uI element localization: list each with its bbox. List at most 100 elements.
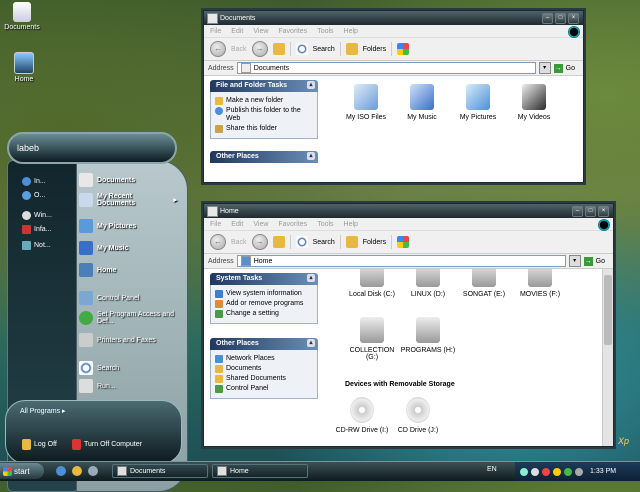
- scrollbar-thumb[interactable]: [604, 275, 612, 345]
- up-folder-icon[interactable]: [272, 43, 285, 55]
- menu-tools[interactable]: Tools: [317, 221, 333, 228]
- log-off-button[interactable]: Log Off: [22, 439, 57, 450]
- folder-item[interactable]: My Music: [394, 84, 450, 121]
- views-icon[interactable]: [397, 43, 410, 55]
- menu-help[interactable]: Help: [344, 221, 358, 228]
- all-programs-button[interactable]: All Programs ▸: [20, 407, 66, 415]
- sync-tray-icon[interactable]: [575, 467, 583, 476]
- menu-edit[interactable]: Edit: [231, 28, 243, 35]
- address-field[interactable]: Documents: [236, 62, 536, 74]
- collapse-icon[interactable]: ▴: [307, 81, 315, 89]
- forward-button[interactable]: →: [251, 41, 268, 57]
- cd-drive-item[interactable]: CD Drive (J:): [390, 397, 446, 434]
- folder-item[interactable]: My Pictures: [450, 84, 506, 121]
- menu-edit[interactable]: Edit: [231, 221, 243, 228]
- start-item-printers[interactable]: Printers and Faxes: [79, 333, 177, 347]
- folders-button[interactable]: Folders: [363, 46, 386, 53]
- language-indicator[interactable]: EN: [487, 466, 497, 473]
- menu-favorites[interactable]: Favorites: [278, 28, 307, 35]
- drive-item[interactable]: PROGRAMS (H:): [400, 317, 456, 361]
- desktop-icon-documents[interactable]: Documents: [2, 2, 42, 31]
- quicklaunch-browser-icon[interactable]: [56, 466, 66, 476]
- pinned-item[interactable]: O...: [22, 191, 45, 200]
- vertical-scrollbar[interactable]: [602, 269, 613, 446]
- messenger-tray-icon[interactable]: [564, 467, 572, 476]
- volume-tray-icon[interactable]: [531, 467, 539, 476]
- security-tray-icon[interactable]: [542, 467, 550, 476]
- other-places-header[interactable]: Other Places ▴: [210, 338, 318, 350]
- back-button[interactable]: Back: [231, 46, 247, 53]
- tasks-panel-header[interactable]: File and Folder Tasks ▴: [210, 80, 318, 92]
- pinned-item[interactable]: Not...: [22, 241, 51, 250]
- forward-button[interactable]: →: [251, 234, 268, 250]
- cd-drive-item[interactable]: CD-RW Drive (I:): [334, 397, 390, 434]
- clock[interactable]: 1:33 PM: [590, 468, 616, 475]
- drive-item[interactable]: SONGAT (E:): [456, 269, 512, 298]
- go-button[interactable]: Go: [596, 258, 605, 265]
- minimize-button[interactable]: –: [542, 13, 553, 24]
- task-add-remove-programs[interactable]: Add or remove programs: [215, 300, 313, 308]
- minimize-button[interactable]: –: [572, 206, 583, 217]
- pinned-item[interactable]: Infa...: [22, 225, 52, 234]
- address-field[interactable]: Home: [236, 255, 566, 267]
- collapse-icon[interactable]: ▴: [307, 339, 315, 347]
- folder-item[interactable]: My Videos: [506, 84, 562, 121]
- menu-favorites[interactable]: Favorites: [278, 221, 307, 228]
- task-new-folder[interactable]: Make a new folder: [215, 97, 313, 105]
- documents-window[interactable]: Documents – □ × File Edit View Favorites T…: [203, 10, 584, 183]
- drive-item[interactable]: COLLECTION (G:): [344, 317, 400, 361]
- quicklaunch-desktop-icon[interactable]: [88, 466, 98, 476]
- place-shared-documents[interactable]: Shared Documents: [215, 375, 313, 383]
- maximize-button[interactable]: □: [555, 13, 566, 24]
- task-share-folder[interactable]: Share this folder: [215, 125, 313, 133]
- start-item-documents[interactable]: Documents: [79, 173, 177, 187]
- network-tray-icon[interactable]: [520, 467, 528, 476]
- address-dropdown[interactable]: ▾: [538, 62, 551, 74]
- close-button[interactable]: ×: [598, 206, 609, 217]
- drive-item[interactable]: MOVIES (F:): [512, 269, 568, 298]
- back-arrow-icon[interactable]: ←: [210, 234, 226, 250]
- menu-tools[interactable]: Tools: [317, 28, 333, 35]
- menu-file[interactable]: File: [210, 221, 221, 228]
- go-arrow-icon[interactable]: →: [553, 63, 563, 73]
- close-button[interactable]: ×: [568, 13, 579, 24]
- pinned-item[interactable]: In...: [22, 177, 46, 186]
- place-network[interactable]: Network Places: [215, 355, 313, 363]
- system-tasks-header[interactable]: System Tasks ▴: [210, 273, 318, 285]
- quicklaunch-media-icon[interactable]: [72, 466, 82, 476]
- menu-file[interactable]: File: [210, 28, 221, 35]
- search-button[interactable]: Search: [313, 239, 335, 246]
- collapse-icon[interactable]: ▴: [307, 274, 315, 282]
- taskbar-button-home[interactable]: Home: [212, 464, 308, 478]
- folder-item[interactable]: My ISO Files: [338, 84, 394, 121]
- task-publish-web[interactable]: Publish this folder to the Web: [215, 107, 313, 123]
- go-arrow-icon[interactable]: →: [583, 256, 593, 266]
- update-tray-icon[interactable]: [553, 467, 561, 476]
- place-documents[interactable]: Documents: [215, 365, 313, 373]
- go-button[interactable]: Go: [566, 65, 575, 72]
- title-bar[interactable]: Home – □ ×: [204, 204, 613, 218]
- maximize-button[interactable]: □: [585, 206, 596, 217]
- folders-button[interactable]: Folders: [363, 239, 386, 246]
- place-control-panel[interactable]: Control Panel: [215, 385, 313, 393]
- start-item-recent-documents[interactable]: My Recent Documents ▸: [79, 193, 177, 207]
- start-item-program-access[interactable]: Set Program Access and Def...: [79, 311, 177, 325]
- start-item-pictures[interactable]: My Pictures: [79, 219, 177, 233]
- task-change-setting[interactable]: Change a setting: [215, 310, 313, 318]
- start-item-home[interactable]: Home: [79, 263, 177, 277]
- taskbar-button-documents[interactable]: Documents: [112, 464, 208, 478]
- search-button[interactable]: Search: [313, 46, 335, 53]
- collapse-icon[interactable]: ▴: [307, 152, 315, 160]
- title-bar[interactable]: Documents – □ ×: [204, 11, 583, 25]
- other-places-header[interactable]: Other Places ▴: [210, 151, 318, 163]
- back-button[interactable]: Back: [231, 239, 247, 246]
- address-dropdown[interactable]: ▾: [568, 255, 581, 267]
- up-folder-icon[interactable]: [272, 236, 285, 248]
- drive-item[interactable]: Local Disk (C:): [344, 269, 400, 298]
- pinned-item[interactable]: Win...: [22, 211, 52, 220]
- menu-help[interactable]: Help: [344, 28, 358, 35]
- start-item-run[interactable]: Run...: [79, 379, 177, 393]
- back-arrow-icon[interactable]: ←: [210, 41, 226, 57]
- start-item-search[interactable]: Search: [79, 361, 177, 375]
- menu-view[interactable]: View: [253, 28, 268, 35]
